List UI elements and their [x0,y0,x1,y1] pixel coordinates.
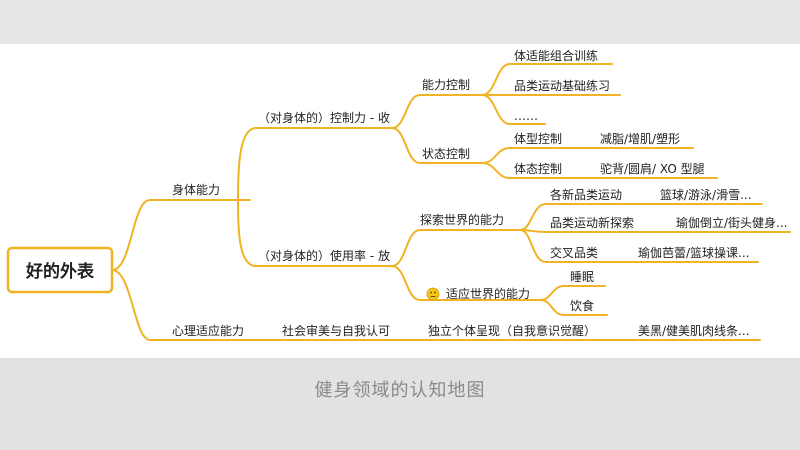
node-new-sports: 各新品类运动 [550,187,622,202]
node-explore: 探索世界的能力 [420,212,504,227]
node-shape-detail: 减脂/增肌/塑形 [600,131,680,146]
node-ellipsis: …… [514,109,538,123]
node-control: （对身体的）控制力 - 收 [258,110,390,125]
root-node-label: 好的外表 [25,261,95,282]
node-ability-control: 能力控制 [422,78,470,92]
mindmap-screenshot: 健身领域的认知地图 好的外表 身体能力 心理适应能力 （对身体的）控制力 - 收… [0,0,800,450]
node-sleep: 睡眠 [570,270,594,284]
node-diet: 饮食 [570,298,594,313]
node-posture-detail: 驼背/圆肩/ XO 型腿 [600,161,705,176]
edge-state-shape [481,147,694,164]
node-body: 身体能力 [172,182,220,197]
edge-root-body [111,199,251,271]
node-independent-detail: 美黑/健美肌肉线条... [638,324,750,338]
node-shape-control: 体型控制 [514,132,562,146]
node-new-explore: 品类运动新探索 [550,215,634,230]
edge-usage-explore [391,229,521,267]
node-independent: 独立个体呈现（自我意识觉醒） [428,323,596,338]
node-basic-practice: 品类运动基础练习 [514,78,610,93]
edge-adapt-sleep [539,285,606,301]
node-new-sports-detail: 篮球/游泳/滑雪... [660,187,752,202]
node-cross: 交叉品类 [550,245,598,260]
node-adapt: 适应世界的能力 [446,286,530,301]
mindmap-canvas: 好的外表 身体能力 心理适应能力 （对身体的）控制力 - 收 （对身体的）使用率… [6,48,791,341]
node-state-control: 状态控制 [422,147,470,161]
node-combo-training: 体适能组合训练 [514,48,598,63]
edge-body-control [237,127,393,201]
edge-control-ability [391,94,483,129]
node-new-explore-detail: 瑜伽倒立/街头健身... [676,215,788,230]
edge-explore-newexplore [519,229,791,233]
node-mental: 心理适应能力 [172,323,244,338]
node-usage: （对身体的）使用率 - 放 [258,248,390,263]
neutral-face-icon [426,287,440,301]
node-cross-detail: 瑜伽芭蕾/篮球操课... [638,245,750,260]
node-social: 社会审美与自我认可 [282,323,390,338]
node-posture-control: 体态控制 [514,162,562,176]
